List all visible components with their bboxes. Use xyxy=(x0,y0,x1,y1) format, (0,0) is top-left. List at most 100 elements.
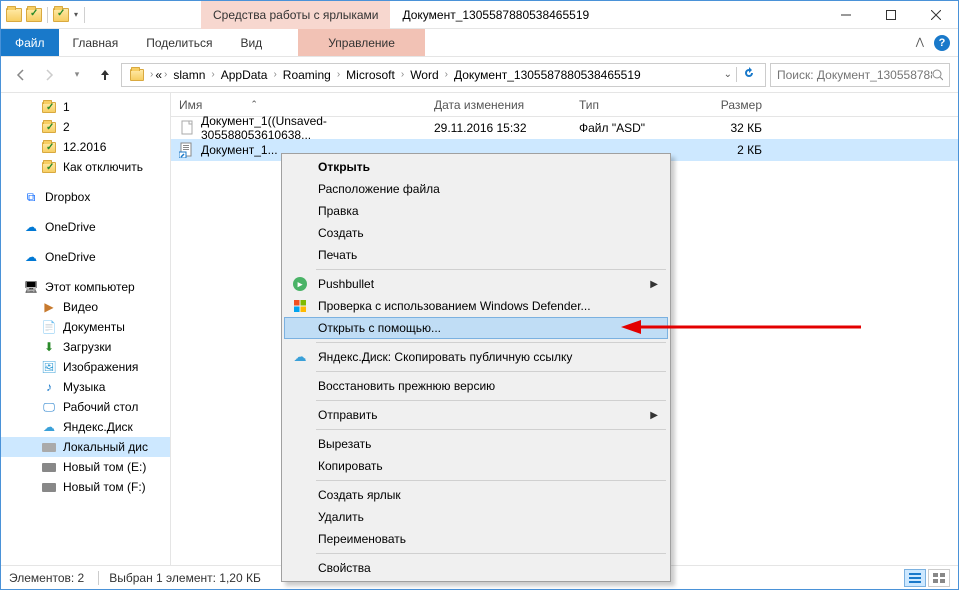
chevron-right-icon[interactable]: › xyxy=(162,69,169,80)
menu-item[interactable]: Открыть с помощью... xyxy=(284,317,668,339)
menu-item-label: Создать xyxy=(318,226,364,240)
file-name: Документ_1... xyxy=(201,143,278,157)
menu-item[interactable]: Копировать xyxy=(284,455,668,477)
recent-dropdown[interactable]: ▾ xyxy=(65,63,89,87)
sidebar-item-pic[interactable]: 🖼Изображения xyxy=(1,357,170,377)
menu-item[interactable]: Переименовать xyxy=(284,528,668,550)
folder-check-icon[interactable] xyxy=(25,6,43,24)
sidebar-item-drive[interactable]: Новый том (F:) xyxy=(1,477,170,497)
music-icon: ♪ xyxy=(41,379,57,395)
search-input[interactable] xyxy=(777,68,932,82)
up-button[interactable] xyxy=(93,63,117,87)
column-name[interactable]: Имя ⌃ xyxy=(171,98,426,112)
menu-item[interactable]: Отправить▶ xyxy=(284,404,668,426)
forward-button[interactable] xyxy=(37,63,61,87)
tab-view[interactable]: Вид xyxy=(226,29,276,56)
onedrive-icon: ☁ xyxy=(23,249,39,265)
column-size[interactable]: Размер xyxy=(671,98,771,112)
sidebar-item-music[interactable]: ♪Музыка xyxy=(1,377,170,397)
folder-check-icon[interactable] xyxy=(52,6,70,24)
contextual-tab-title: Средства работы с ярлыками xyxy=(201,1,390,29)
sidebar-item-label: Изображения xyxy=(63,360,138,374)
drive-icon xyxy=(41,459,57,475)
view-icons-button[interactable] xyxy=(928,569,950,587)
chevron-right-icon[interactable]: › xyxy=(399,69,406,80)
close-button[interactable] xyxy=(913,1,958,29)
chevron-right-icon[interactable]: › xyxy=(443,69,450,80)
sidebar-item-doc[interactable]: 📄Документы xyxy=(1,317,170,337)
menu-item[interactable]: Правка xyxy=(284,200,668,222)
ribbon-expand-icon[interactable]: ⋀ xyxy=(916,37,924,48)
menu-item[interactable]: Свойства xyxy=(284,557,668,579)
sidebar-item-label: 2 xyxy=(63,120,70,134)
submenu-arrow-icon: ▶ xyxy=(650,410,658,421)
menu-item[interactable]: Печать xyxy=(284,244,668,266)
folder-icon xyxy=(41,119,57,135)
help-icon[interactable]: ? xyxy=(934,35,950,51)
back-button[interactable] xyxy=(9,63,33,87)
breadcrumb-dropdown-icon[interactable]: ⌄ xyxy=(720,69,736,80)
menu-separator xyxy=(316,371,666,372)
sidebar-item-quick[interactable]: Как отключить xyxy=(1,157,170,177)
maximize-button[interactable] xyxy=(868,1,913,29)
menu-item-label: Печать xyxy=(318,248,357,262)
breadcrumb-segment[interactable]: AppData xyxy=(217,68,272,82)
chevron-right-icon[interactable]: › xyxy=(148,69,155,80)
chevron-right-icon[interactable]: › xyxy=(209,69,216,80)
menu-item-label: Открыть с помощью... xyxy=(318,321,441,335)
sidebar-item-onedrive[interactable]: ☁ OneDrive xyxy=(1,247,170,267)
dropbox-icon: ⧉ xyxy=(23,189,39,205)
menu-item[interactable]: ▸Pushbullet▶ xyxy=(284,273,668,295)
menu-item[interactable]: Удалить xyxy=(284,506,668,528)
sidebar-item-localdisk[interactable]: Локальный дис xyxy=(1,437,170,457)
menu-item[interactable]: Расположение файла xyxy=(284,178,668,200)
breadcrumb-ellipsis[interactable]: « xyxy=(155,68,162,82)
breadcrumb-root-icon[interactable] xyxy=(126,69,148,81)
menu-item[interactable]: Создать xyxy=(284,222,668,244)
sidebar-item-quick[interactable]: 2 xyxy=(1,117,170,137)
tab-file[interactable]: Файл xyxy=(1,29,59,56)
sidebar-item-onedrive[interactable]: ☁ OneDrive xyxy=(1,217,170,237)
view-details-button[interactable] xyxy=(904,569,926,587)
tab-home[interactable]: Главная xyxy=(59,29,133,56)
sidebar-item-download[interactable]: ⬇Загрузки xyxy=(1,337,170,357)
file-row[interactable]: Документ_1((Unsaved-305588053610638... 2… xyxy=(171,117,958,139)
breadcrumb-segment[interactable]: Roaming xyxy=(279,68,335,82)
breadcrumb-segment[interactable]: Word xyxy=(406,68,442,82)
sidebar-item-label: Рабочий стол xyxy=(63,400,138,414)
menu-item[interactable]: Проверка с использованием Windows Defend… xyxy=(284,295,668,317)
menu-item[interactable]: ☁Яндекс.Диск: Скопировать публичную ссыл… xyxy=(284,346,668,368)
menu-item[interactable]: Восстановить прежнюю версию xyxy=(284,375,668,397)
sidebar-item-quick[interactable]: 1 xyxy=(1,97,170,117)
chevron-right-icon[interactable]: › xyxy=(335,69,342,80)
qat-dropdown-icon[interactable]: ▾ xyxy=(72,10,80,19)
menu-item[interactable]: Вырезать xyxy=(284,433,668,455)
yadisk-icon: ☁ xyxy=(292,349,308,365)
computer-icon: 🖥 xyxy=(23,279,39,295)
minimize-button[interactable] xyxy=(823,1,868,29)
menu-item[interactable]: Открыть xyxy=(284,156,668,178)
sidebar-item-quick[interactable]: 12.2016 xyxy=(1,137,170,157)
sidebar-item-dropbox[interactable]: ⧉ Dropbox xyxy=(1,187,170,207)
folder-icon xyxy=(41,139,57,155)
sidebar-item-thispc[interactable]: 🖥 Этот компьютер xyxy=(1,277,170,297)
refresh-button[interactable] xyxy=(736,67,761,82)
folder-icon[interactable] xyxy=(5,6,23,24)
breadcrumb-segment[interactable]: Документ_1305587880538465519 xyxy=(450,68,645,82)
column-type[interactable]: Тип xyxy=(571,98,671,112)
breadcrumb-segment[interactable]: Microsoft xyxy=(342,68,399,82)
sidebar-item-video[interactable]: ▶Видео xyxy=(1,297,170,317)
sidebar-item-yadisk[interactable]: ☁Яндекс.Диск xyxy=(1,417,170,437)
sidebar-item-drive[interactable]: Новый том (E:) xyxy=(1,457,170,477)
tab-share[interactable]: Поделиться xyxy=(132,29,226,56)
column-date[interactable]: Дата изменения xyxy=(426,98,571,112)
sidebar-item-desktop[interactable]: 🖵Рабочий стол xyxy=(1,397,170,417)
tab-manage[interactable]: Управление xyxy=(298,29,425,56)
breadcrumb-segment[interactable]: slamn xyxy=(169,68,209,82)
menu-separator xyxy=(316,269,666,270)
breadcrumb[interactable]: › « › slamn › AppData › Roaming › Micros… xyxy=(121,63,766,87)
menu-separator xyxy=(316,480,666,481)
menu-item[interactable]: Создать ярлык xyxy=(284,484,668,506)
chevron-right-icon[interactable]: › xyxy=(271,69,278,80)
search-box[interactable] xyxy=(770,63,950,87)
